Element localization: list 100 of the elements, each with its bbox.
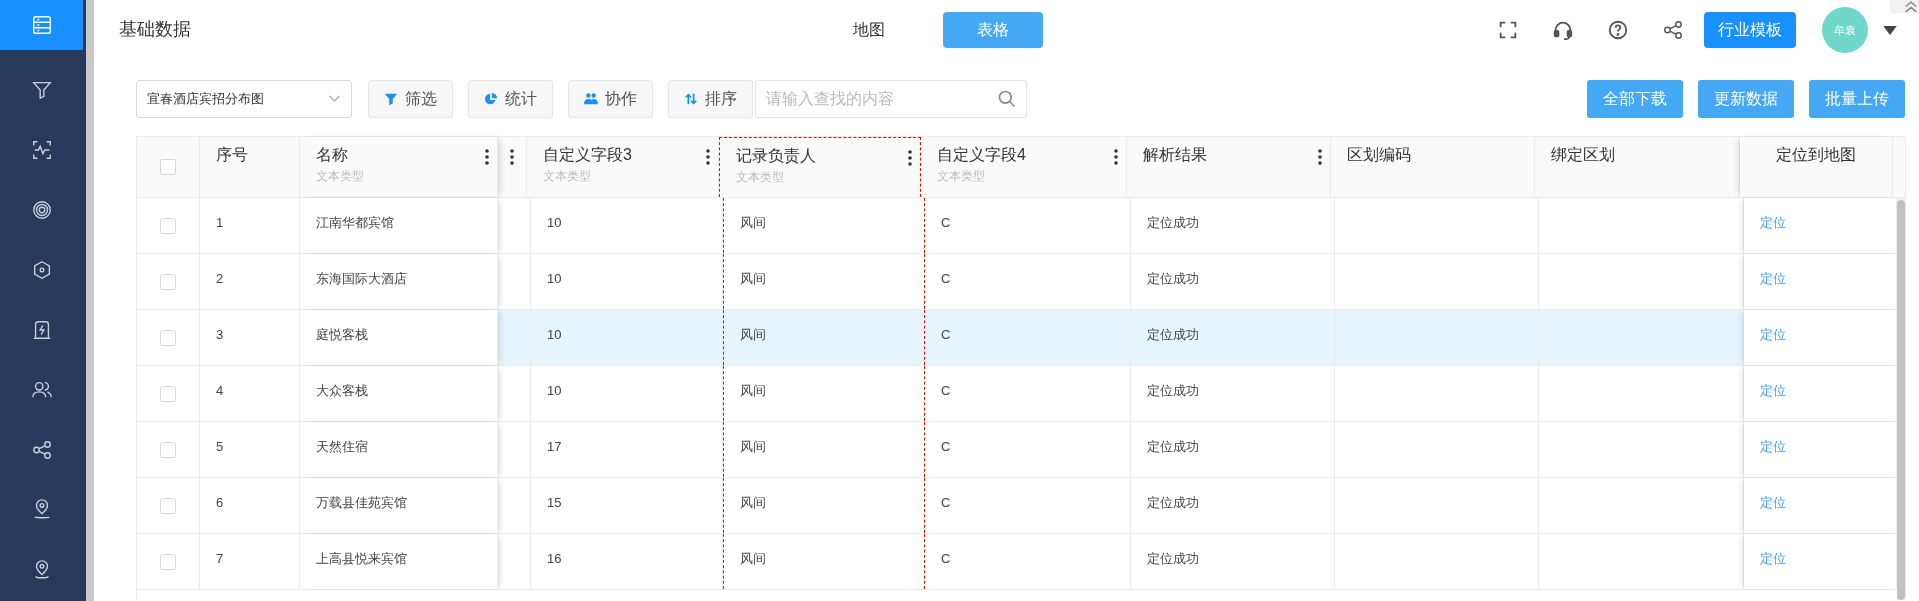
pie-chart-icon [484,92,498,106]
table-cell: 5 [216,439,224,454]
column-label: 名称 [316,145,349,165]
table-cell: C [941,495,951,510]
select-value: 宜春酒店宾招分布图 [147,90,264,108]
table-row[interactable]: 1 江南华都宾馆 10 风间 C 定位成功 定位 [137,198,1897,254]
more-icon[interactable] [1114,149,1118,165]
table-cell: 7 [216,551,224,566]
scrollbar[interactable] [1897,198,1905,600]
checkbox[interactable] [160,553,176,570]
help-icon[interactable] [1607,19,1629,41]
table-cell: 庭悦客栈 [316,325,368,344]
dataset-select[interactable]: 宜春酒店宾招分布图 [136,80,352,118]
checkbox[interactable] [160,441,176,458]
table-cell: 10 [547,271,562,286]
table-cell: 10 [547,327,562,342]
table-cell: 17 [547,439,562,454]
table-cell: 定位成功 [1147,381,1199,400]
funnel-icon [384,92,398,106]
table-cell: 风间 [740,493,766,512]
table-row[interactable]: 3 庭悦客栈 10 风间 C 定位成功 定位 [137,310,1897,366]
share-icon [30,439,53,461]
column-label: 自定义字段4 [937,145,1026,165]
checkbox[interactable] [160,159,176,175]
column-label: 解析结果 [1143,145,1207,165]
table-cell: 风间 [740,437,766,456]
page-title: 基础数据 [119,18,192,41]
table-cell: 风间 [740,269,766,288]
toolbar-button[interactable]: 筛选 [368,80,453,118]
table-cell: 6 [216,495,224,510]
view-tab[interactable]: 地图 [819,12,919,48]
table-cell: 定位成功 [1147,493,1199,512]
table-cell: C [941,271,951,286]
more-icon[interactable] [1318,149,1322,165]
people-icon [584,92,598,106]
table-cell: 上高县悦来宾馆 [316,549,407,568]
table-cell: 大众客栈 [316,381,368,400]
table-cell: 定位成功 [1147,549,1199,568]
table-cell: C [941,439,951,454]
table-cell: 东海国际大酒店 [316,269,407,288]
table-cell: 风间 [740,549,766,568]
table-row[interactable]: 6 万载县佳苑宾馆 15 风间 C 定位成功 定位 [137,478,1897,534]
table-cell: 10 [547,383,562,398]
sort-icon [684,92,698,106]
table-cell: 4 [216,383,224,398]
checkbox[interactable] [160,273,176,290]
table-cell: 定位成功 [1147,325,1199,344]
checkbox[interactable] [160,329,176,346]
table-cell: C [941,551,951,566]
column-label: 记录负责人 [736,146,816,166]
table-cell: C [941,383,951,398]
table-cell: 1 [216,215,224,230]
table-row[interactable]: 4 大众客栈 10 风间 C 定位成功 定位 [137,366,1897,422]
table-cell: 风间 [740,325,766,344]
toolbar-button[interactable]: 协作 [568,80,653,118]
table-cell: 风间 [740,213,766,232]
headset-icon[interactable] [1552,19,1574,41]
search-icon[interactable] [997,89,1017,109]
checkbox[interactable] [160,497,176,514]
table-cell: 天然住宿 [316,437,368,456]
caret-icon[interactable] [1883,25,1897,35]
table-cell: 定位成功 [1147,213,1199,232]
table-cell: 定位成功 [1147,437,1199,456]
table-cell: C [941,327,951,342]
table-cell: 15 [547,495,562,510]
search-field[interactable]: 请输入查找的内容 [755,80,1027,118]
column-label: 定位到地图 [1776,145,1856,165]
funnel-icon [30,79,53,101]
table-cell: 万载县佳苑宾馆 [316,493,407,512]
more-icon[interactable] [706,149,710,165]
table-cell: 16 [547,551,562,566]
table-cell: 定位成功 [1147,269,1199,288]
column-type: 文本类型 [736,169,785,186]
table-row[interactable]: 5 天然住宿 17 风间 C 定位成功 定位 [137,422,1897,478]
share-icon[interactable] [1662,19,1684,41]
column-type: 文本类型 [937,168,986,185]
table-cell: 2 [216,271,224,286]
fullscreen-icon[interactable] [1497,19,1519,41]
column-label: 绑定区划 [1551,145,1615,165]
waveform-icon [30,139,53,161]
target-icon [30,199,53,221]
column-label: 自定义字段3 [543,145,632,165]
sidebar-item[interactable] [0,0,83,50]
table-row[interactable]: 7 上高县悦来宾馆 16 风间 C 定位成功 定位 [137,534,1897,590]
column-label: 序号 [216,145,248,165]
more-icon[interactable] [485,149,489,165]
table-cell: C [941,215,951,230]
list-icon [30,14,53,36]
toolbar-button[interactable]: 统计 [468,80,553,118]
column-type: 文本类型 [543,168,592,185]
table-row[interactable]: 2 东海国际大酒店 10 风间 C 定位成功 定位 [137,254,1897,310]
more-icon[interactable] [510,149,514,165]
column-label: 区划编码 [1347,145,1411,165]
toolbar-button[interactable]: 排序 [668,80,753,118]
chevron-down-icon [328,95,341,103]
table-cell: 3 [216,327,224,342]
more-icon[interactable] [908,150,912,166]
checkbox[interactable] [160,385,176,402]
checkbox[interactable] [160,217,176,234]
table-cell: 风间 [740,381,766,400]
